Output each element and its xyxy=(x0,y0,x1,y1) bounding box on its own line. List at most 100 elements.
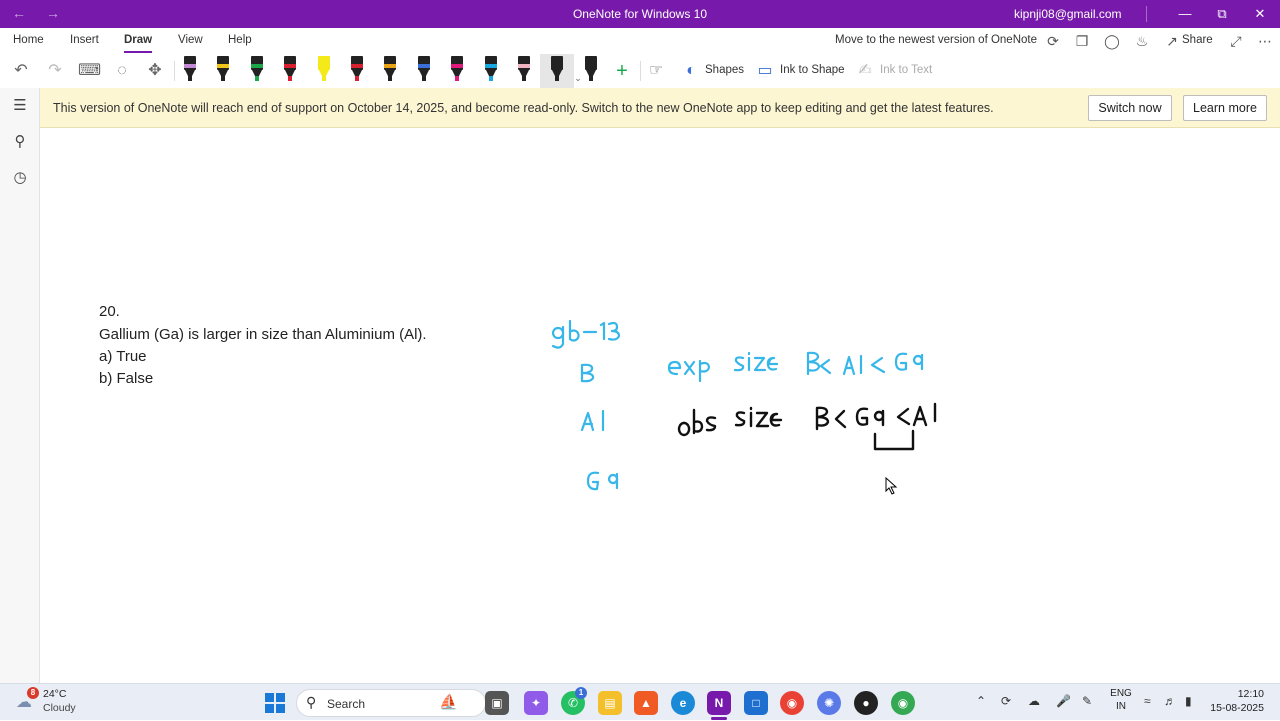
brave-browser-icon[interactable]: ▲ xyxy=(634,691,658,715)
onenote-icon[interactable]: N xyxy=(707,691,731,715)
toolbar-divider xyxy=(640,61,641,81)
tab-draw[interactable]: Draw xyxy=(124,34,153,53)
clock-time[interactable]: 12:10 xyxy=(1238,688,1264,700)
share-icon[interactable]: ↗ xyxy=(1162,31,1182,51)
start-button[interactable] xyxy=(263,691,287,715)
notebooks-icon[interactable]: ☰ xyxy=(10,96,30,116)
titlebar-divider xyxy=(1146,6,1147,22)
add-space-icon[interactable]: ✥ xyxy=(144,60,166,82)
pen-5[interactable] xyxy=(315,56,333,84)
ink-replay-icon[interactable]: ☞ xyxy=(645,60,667,82)
move-to-newest-link[interactable]: Move to the newest version of OneNote xyxy=(835,34,1037,46)
windows-taskbar: ☁ 8 24°C Cloudy ⚲ Search ⛵ ▣ ✦ ✆ 1 ▤ ▲ e… xyxy=(0,683,1280,720)
language-bottom: IN xyxy=(1116,701,1126,712)
mouse-pointer-icon xyxy=(885,477,898,495)
weather-temperature: 24°C xyxy=(43,688,67,700)
switch-now-button[interactable]: Switch now xyxy=(1088,95,1172,121)
pen-3[interactable] xyxy=(248,56,266,84)
sync-icon[interactable]: ⟳ xyxy=(1043,31,1063,51)
lasso-select-icon[interactable]: ◌ xyxy=(111,60,133,82)
tab-home[interactable]: Home xyxy=(13,34,44,46)
weather-condition: Cloudy xyxy=(43,702,76,714)
account-email[interactable]: kipnji08@gmail.com xyxy=(1014,7,1122,21)
taskbar-search[interactable]: ⚲ Search ⛵ xyxy=(296,689,486,717)
ink-expected-line xyxy=(667,351,924,383)
banner-message: This version of OneNote will reach end o… xyxy=(53,101,994,115)
lightbulb-icon[interactable]: ◯ xyxy=(1102,31,1122,51)
search-icon[interactable]: ⚲ xyxy=(10,132,30,152)
pen-9[interactable] xyxy=(448,56,466,84)
pen-10[interactable] xyxy=(482,56,500,84)
chrome-icon[interactable]: ◉ xyxy=(780,691,804,715)
redo-icon[interactable]: ↷ xyxy=(44,60,66,82)
chevron-down-icon[interactable]: ⌄ xyxy=(567,67,589,89)
tab-insert[interactable]: Insert xyxy=(70,34,99,46)
toolbar-divider xyxy=(174,61,175,81)
task-view-icon[interactable]: ▣ xyxy=(485,691,509,715)
ink-to-shape-icon[interactable]: ▭ xyxy=(754,60,776,82)
onedrive-icon[interactable]: ☁ xyxy=(1028,694,1040,708)
learn-more-button[interactable]: Learn more xyxy=(1183,95,1267,121)
ink-to-text-button[interactable]: Ink to Text xyxy=(880,64,932,76)
ink-canvas xyxy=(551,319,937,491)
ink-to-text-icon[interactable]: ✍ xyxy=(854,60,876,82)
note-page[interactable]: 20. Gallium (Ga) is larger in size than … xyxy=(40,128,1280,683)
chrome-profile-icon[interactable]: ◉ xyxy=(891,691,915,715)
immersive-reader-icon[interactable]: ❐ xyxy=(1072,31,1092,51)
battery-icon[interactable]: ▮ xyxy=(1185,694,1192,708)
app-icon[interactable]: ✺ xyxy=(817,691,841,715)
navigation-rail: ☰ ⚲ ◷ xyxy=(0,88,40,683)
language-indicator[interactable]: ENG IN xyxy=(1110,688,1132,712)
microphone-icon[interactable]: 🎤 xyxy=(1056,694,1071,708)
volume-icon[interactable]: ♬ xyxy=(1164,694,1176,708)
copilot-icon[interactable]: ✦ xyxy=(524,691,548,715)
close-icon[interactable]: ✕ xyxy=(1241,0,1279,28)
fullscreen-icon[interactable]: ⤢ xyxy=(1226,31,1246,51)
pen-8[interactable] xyxy=(415,56,433,84)
github-icon[interactable]: ● xyxy=(854,691,878,715)
shapes-button[interactable]: Shapes xyxy=(705,64,744,76)
whatsapp-badge: 1 xyxy=(575,687,587,699)
ink-element-ga xyxy=(586,471,619,491)
undo-icon[interactable]: ↶ xyxy=(10,60,32,82)
store-icon[interactable]: □ xyxy=(744,691,768,715)
pen-tray-icon[interactable]: ✎ xyxy=(1082,694,1092,708)
taskbar-search-label: Search xyxy=(327,697,366,711)
weather-badge: 8 xyxy=(27,687,39,699)
more-options-icon[interactable]: ⋯ xyxy=(1255,31,1275,51)
pen-4[interactable] xyxy=(281,56,299,84)
pen-7[interactable] xyxy=(381,56,399,84)
draw-toolbar: ↶ ↷ ⌨ ◌ ✥ ⌄ + ☞ ◐ Shapes ▭ Ink to Shape … xyxy=(0,54,1280,88)
title-bar: ← → OneNote for Windows 10 kipnji08@gmai… xyxy=(0,0,1280,28)
end-of-support-banner: This version of OneNote will reach end o… xyxy=(40,88,1280,128)
ribbon-tabs: Home Insert Draw View Help Move to the n… xyxy=(0,28,1280,54)
ink-group-label xyxy=(551,319,621,349)
restore-icon[interactable]: ⧉ xyxy=(1203,0,1241,28)
recent-notes-icon[interactable]: ◷ xyxy=(10,168,30,188)
pen-2[interactable] xyxy=(214,56,232,84)
refresh-tray-icon[interactable]: ⟳ xyxy=(1001,694,1011,708)
pen-6[interactable] xyxy=(348,56,366,84)
file-explorer-icon[interactable]: ▤ xyxy=(598,691,622,715)
ink-element-al xyxy=(580,409,605,432)
clock-date[interactable]: 15-08-2025 xyxy=(1210,702,1264,714)
ink-to-shape-button[interactable]: Ink to Shape xyxy=(780,64,845,76)
bell-icon[interactable]: ♨ xyxy=(1132,31,1152,51)
wifi-icon[interactable]: ≈ xyxy=(1144,694,1151,708)
pen-11[interactable] xyxy=(515,56,533,84)
tab-view[interactable]: View xyxy=(178,34,203,46)
add-pen-icon[interactable]: + xyxy=(611,60,633,82)
pen-12[interactable] xyxy=(548,56,566,84)
pen-1[interactable] xyxy=(181,56,199,84)
type-select-icon[interactable]: ⌨ xyxy=(78,60,101,82)
search-icon: ⚲ xyxy=(306,694,317,710)
search-highlight-icon: ⛵ xyxy=(439,694,458,711)
minimize-icon[interactable]: — xyxy=(1166,0,1204,28)
language-top: ENG xyxy=(1110,688,1132,699)
shapes-icon[interactable]: ◐ xyxy=(680,60,702,82)
tab-help[interactable]: Help xyxy=(228,34,252,46)
ink-element-b xyxy=(580,363,595,383)
share-button[interactable]: Share xyxy=(1182,34,1213,46)
edge-browser-icon[interactable]: e xyxy=(671,691,695,715)
show-hidden-icons-chevron-icon[interactable]: ⌃ xyxy=(976,694,986,708)
